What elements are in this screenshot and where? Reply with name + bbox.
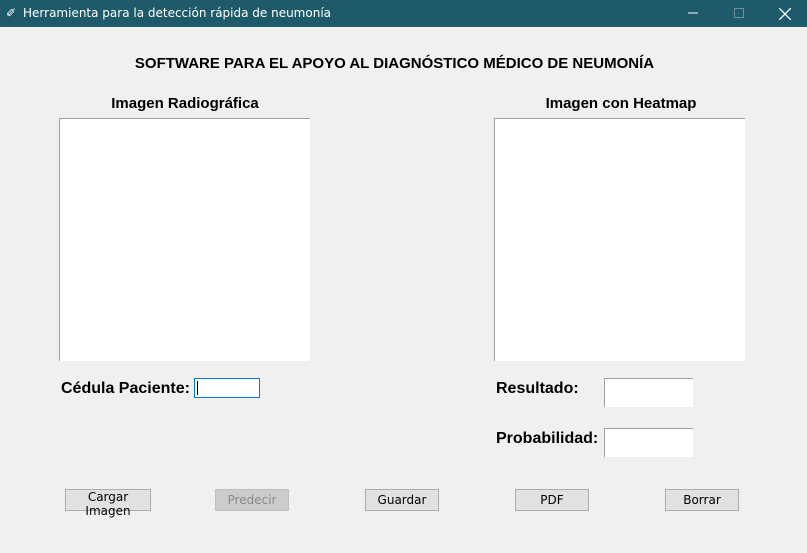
probabilidad-label: Probabilidad: [496, 430, 599, 447]
feather-icon: ✐ [6, 6, 17, 20]
minimize-icon [688, 12, 698, 14]
minimize-button[interactable] [670, 0, 716, 27]
close-icon [778, 7, 792, 21]
save-button[interactable]: Guardar [365, 489, 439, 511]
maximize-icon [734, 8, 744, 18]
text-caret [197, 381, 198, 395]
clear-button[interactable]: Borrar [665, 489, 739, 511]
xray-image-label: Imagen Radiográfica [111, 95, 259, 112]
close-button[interactable] [762, 0, 807, 27]
resultado-label: Resultado: [496, 380, 579, 397]
pdf-button[interactable]: PDF [515, 489, 589, 511]
maximize-button[interactable] [716, 0, 762, 27]
cedula-input[interactable] [194, 378, 260, 398]
cedula-label: Cédula Paciente: [61, 380, 190, 397]
predict-button[interactable]: Predecir [215, 489, 289, 511]
title-bar: ✐ Herramienta para la detección rápida d… [0, 0, 807, 27]
window-title: Herramienta para la detección rápida de … [23, 6, 332, 20]
resultado-field[interactable] [604, 378, 693, 407]
xray-image-canvas [59, 118, 310, 361]
heatmap-image-label: Imagen con Heatmap [545, 95, 697, 112]
page-title: SOFTWARE PARA EL APOYO AL DIAGNÓSTICO MÉ… [134, 55, 655, 72]
heatmap-image-canvas [494, 118, 745, 361]
probabilidad-field[interactable] [604, 428, 693, 457]
load-image-button[interactable]: Cargar Imagen [65, 489, 151, 518]
